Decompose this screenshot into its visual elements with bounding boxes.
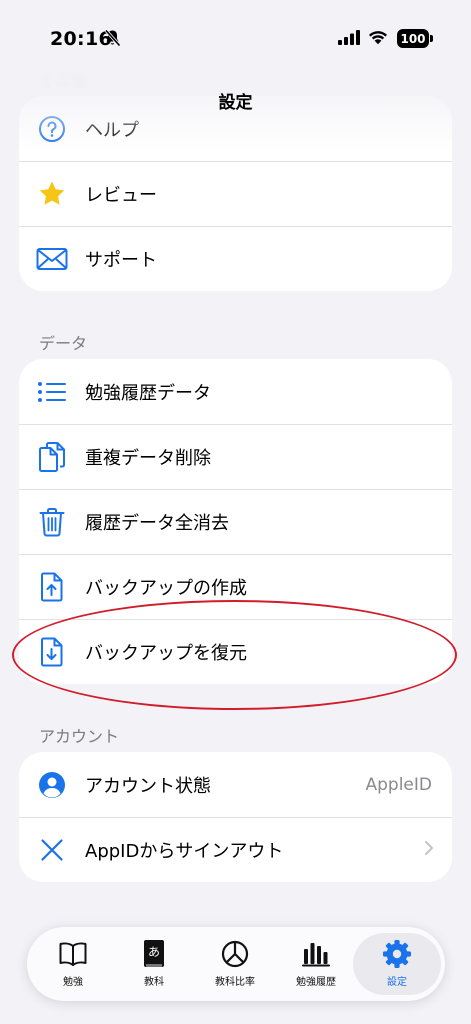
envelope-icon [35,242,69,276]
wifi-icon [367,28,389,49]
book-icon [58,938,88,970]
tab-bar: 勉強 あ 教科 教科比率 勉強履歴 設定 [27,927,445,1001]
account-card: アカウント状態 AppleID AppIDからサインアウト [19,752,452,882]
list-icon [35,375,69,409]
tab-label: 勉強履歴 [296,977,336,988]
x-mark-icon [35,833,69,867]
list-item-sign-out[interactable]: AppIDからサインアウト [19,817,452,882]
list-item-create-backup[interactable]: バックアップの作成 [19,554,452,619]
star-icon [35,177,69,211]
battery-tip [430,35,433,42]
bar-chart-icon [301,938,331,970]
list-item-label: レビュー [85,184,157,206]
list-item-remove-duplicates[interactable]: 重複データ削除 [19,424,452,489]
trash-icon [35,505,69,539]
pie-chart-icon [221,938,249,970]
list-item-account-status[interactable]: アカウント状態 AppleID [19,752,452,817]
list-item-label: 履歴データ全消去 [85,512,229,534]
section-title-account: アカウント [39,727,120,746]
duplicate-doc-icon [35,440,69,474]
status-time: 20:16 [50,28,112,50]
list-item-label: バックアップを復元 [85,642,247,664]
tab-settings[interactable]: 設定 [353,933,441,995]
list-item-review[interactable]: レビュー [19,161,452,226]
tab-label: 設定 [387,977,407,988]
gear-icon [382,938,412,970]
list-item-clear-all-history[interactable]: 履歴データ全消去 [19,489,452,554]
tab-subjects[interactable]: あ 教科 [113,933,195,995]
tab-label: 教科比率 [215,977,255,988]
list-item-label: AppIDからサインアウト [85,840,284,862]
doc-upload-icon [35,570,69,604]
status-bar: 20:16 100 [0,0,471,70]
notebook-icon: あ [142,938,166,970]
bell-slash-icon [104,29,121,51]
tab-label: 勉強 [63,977,83,988]
tab-study-history[interactable]: 勉強履歴 [275,933,357,995]
cellular-signal-icon [338,30,360,49]
list-item-label: 重複データ削除 [85,447,211,469]
tab-study[interactable]: 勉強 [32,933,114,995]
list-item-label: サポート [85,249,157,271]
list-item-label: 勉強履歴データ [85,382,211,404]
list-item-restore-backup[interactable]: バックアップを復元 [19,619,452,684]
list-item-label: ヘルプ [85,119,139,141]
other-card: ヘルプ レビュー サポート [19,96,452,291]
list-item-label: バックアップの作成 [85,577,247,599]
tab-label: 教科 [144,977,164,988]
list-item-support[interactable]: サポート [19,226,452,291]
question-circle-icon [35,112,69,146]
page-title: 設定 [218,93,253,113]
section-title-data: データ [39,334,88,353]
list-item-study-history-data[interactable]: 勉強履歴データ [19,359,452,424]
data-card: 勉強履歴データ 重複データ削除 履歴データ全消去 バックアップの作成 バックアッ… [19,359,452,684]
tab-subject-ratio[interactable]: 教科比率 [194,933,276,995]
list-item-label: アカウント状態 [85,775,211,797]
svg-text:あ: あ [148,945,160,959]
battery-icon: 100 [397,29,429,48]
doc-download-icon [35,635,69,669]
account-status-value: AppleID [365,774,433,795]
chevron-right-icon [424,840,434,860]
person-circle-icon [35,768,69,802]
